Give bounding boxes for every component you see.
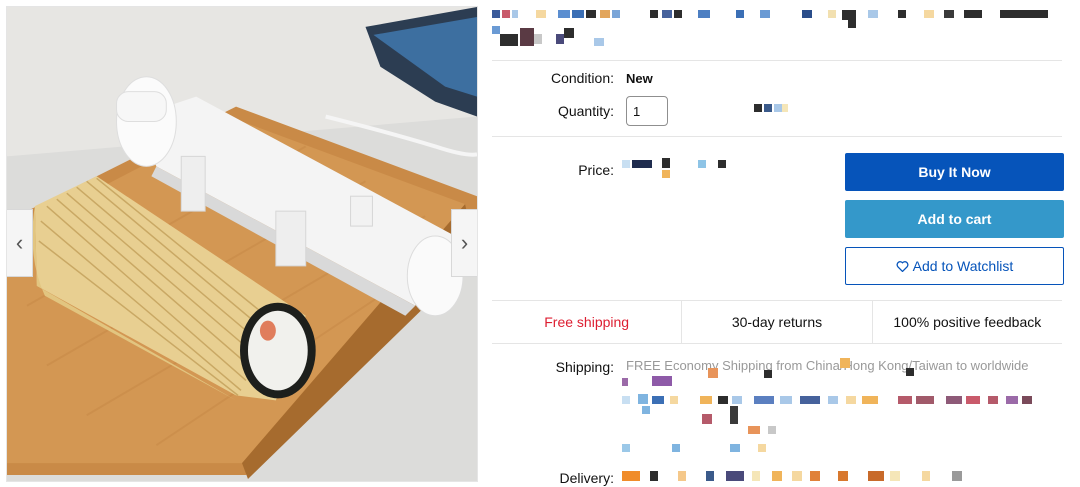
shipping-details-redacted <box>622 358 1032 452</box>
item-title-redacted <box>492 8 1062 52</box>
feedback-badge: 100% positive feedback <box>893 314 1042 330</box>
image-gallery: ‹ › <box>6 6 478 482</box>
condition-label: Condition: <box>550 70 614 86</box>
seller-highlights: Free shipping 30-day returns 100% positi… <box>492 300 1062 344</box>
purchase-panel: Condition: New Quantity: Price: Buy It N… <box>492 0 1064 487</box>
free-shipping-badge: Free shipping <box>492 301 683 343</box>
quantity-label: Quantity: <box>557 103 614 119</box>
add-to-watchlist-button[interactable]: Add to Watchlist <box>845 247 1064 285</box>
delivery-label: Delivery: <box>559 470 614 486</box>
quantity-input[interactable] <box>626 96 668 126</box>
price-value-redacted <box>622 158 726 178</box>
returns-badge: 30-day returns <box>682 301 873 343</box>
gallery-prev-button[interactable]: ‹ <box>7 209 33 277</box>
watchlist-label: Add to Watchlist <box>912 258 1014 274</box>
divider <box>492 136 1062 137</box>
heart-icon <box>896 261 909 272</box>
divider <box>492 60 1062 61</box>
delivery-estimate-redacted <box>622 471 962 481</box>
chevron-right-icon: › <box>460 230 469 255</box>
shipping-label: Shipping: <box>555 359 614 375</box>
condition-value: New <box>626 71 653 86</box>
product-image[interactable] <box>7 7 477 481</box>
buy-it-now-button[interactable]: Buy It Now <box>845 153 1064 191</box>
gallery-next-button[interactable]: › <box>451 209 477 277</box>
chevron-left-icon: ‹ <box>15 230 24 255</box>
availability-redacted <box>754 104 788 112</box>
price-label: Price: <box>578 162 614 178</box>
add-to-cart-button[interactable]: Add to cart <box>845 200 1064 238</box>
